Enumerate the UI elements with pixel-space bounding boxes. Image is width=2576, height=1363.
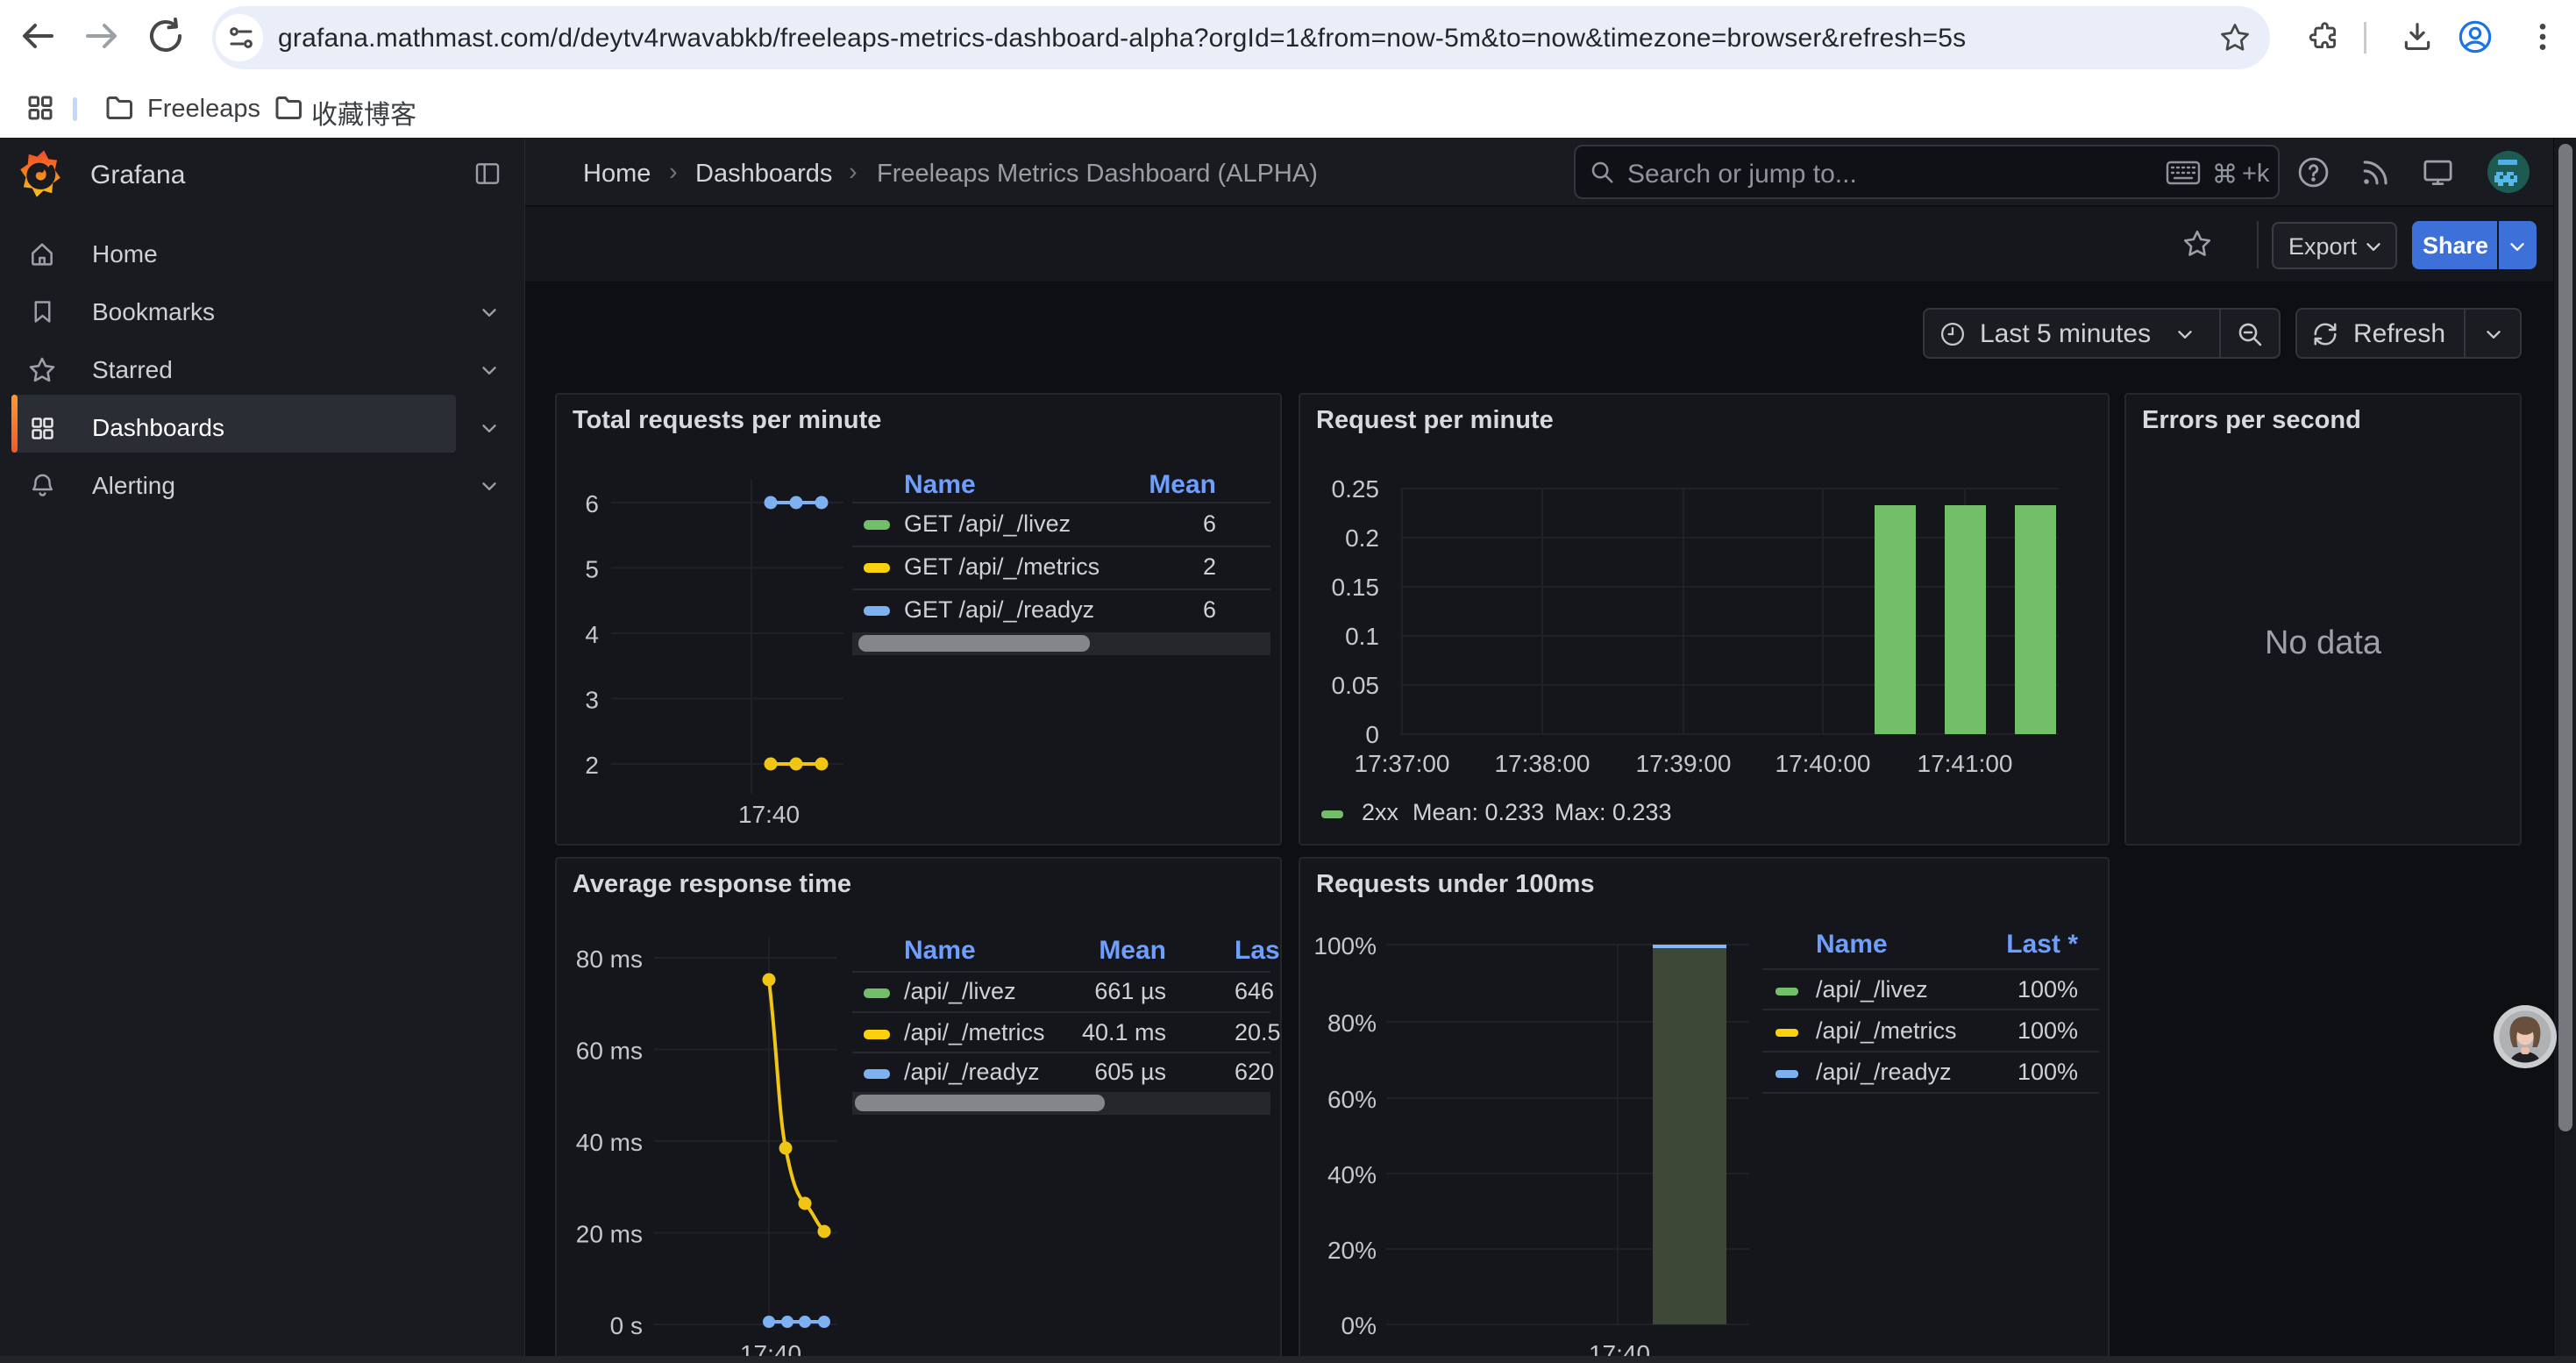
svg-text:3: 3 — [585, 687, 599, 714]
svg-text:40 ms: 40 ms — [576, 1129, 643, 1156]
svg-text:0.2: 0.2 — [1345, 525, 1379, 552]
svg-text:5: 5 — [585, 556, 599, 583]
svg-text:4: 4 — [585, 621, 599, 648]
svg-text:40%: 40% — [1327, 1161, 1377, 1188]
svg-text:20 ms: 20 ms — [576, 1221, 643, 1248]
svg-text:2: 2 — [585, 752, 599, 779]
svg-text:0%: 0% — [1341, 1312, 1377, 1339]
svg-text:17:39:00: 17:39:00 — [1636, 750, 1732, 777]
svg-text:60 ms: 60 ms — [576, 1038, 643, 1065]
svg-text:100%: 100% — [1313, 932, 1377, 960]
svg-text:0: 0 — [1365, 721, 1379, 748]
svg-text:80%: 80% — [1327, 1010, 1377, 1037]
svg-text:17:41:00: 17:41:00 — [1918, 750, 2013, 777]
svg-text:17:40: 17:40 — [738, 801, 800, 828]
svg-text:20%: 20% — [1327, 1237, 1377, 1264]
svg-text:17:38:00: 17:38:00 — [1495, 750, 1590, 777]
svg-text:0.05: 0.05 — [1332, 672, 1380, 699]
svg-text:0 s: 0 s — [610, 1312, 643, 1339]
svg-text:80 ms: 80 ms — [576, 946, 643, 973]
svg-text:17:37:00: 17:37:00 — [1355, 750, 1450, 777]
svg-text:6: 6 — [585, 490, 599, 517]
svg-text:60%: 60% — [1327, 1086, 1377, 1113]
svg-text:0.15: 0.15 — [1332, 574, 1380, 601]
svg-text:0.25: 0.25 — [1332, 475, 1380, 503]
svg-text:17:40:00: 17:40:00 — [1775, 750, 1871, 777]
svg-text:0.1: 0.1 — [1345, 623, 1379, 650]
